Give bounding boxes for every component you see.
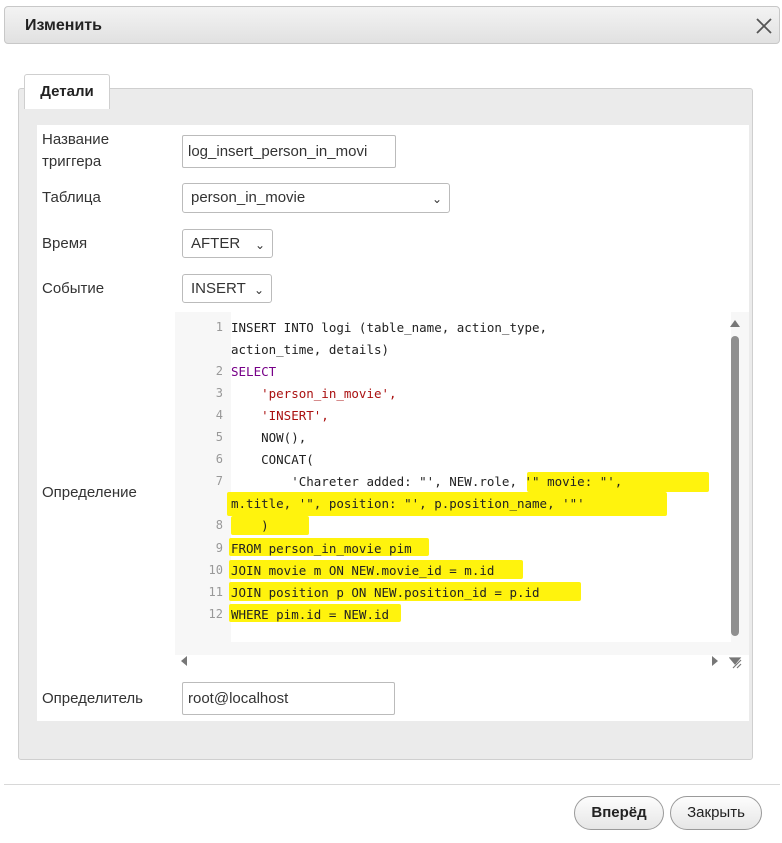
trigger-name-label-line1: Название	[42, 131, 110, 148]
code-line: 'Chareter added: "', NEW.role, '" movie:…	[231, 474, 623, 489]
line-number: 5	[215, 430, 223, 444]
line-number: 3	[215, 386, 223, 400]
code-line: m.title, '", position: "', p.position_na…	[231, 496, 585, 511]
next-button[interactable]: Вперёд	[574, 796, 664, 830]
line-number: 8	[215, 518, 223, 532]
chevron-down-icon: ⌄	[431, 192, 442, 206]
line-number: 4	[215, 408, 223, 422]
code-line: NOW(),	[231, 430, 307, 445]
code-line: action_time, details)	[231, 342, 390, 357]
tab-details[interactable]: Детали	[24, 74, 110, 109]
trigger-name-input[interactable]	[182, 135, 396, 168]
line-number: 2	[215, 364, 223, 378]
close-button[interactable]: Закрыть	[670, 796, 762, 830]
scroll-left-icon[interactable]	[179, 655, 189, 667]
code-line: WHERE pim.id = NEW.id	[231, 607, 390, 622]
time-select[interactable]: AFTER ⌄	[182, 229, 273, 258]
definer-label: Определитель	[42, 690, 143, 707]
footer-divider	[4, 784, 780, 785]
definition-editor[interactable]: 1 2 3 4 5 6 7 8 9 10 11 12 INSERT INTO l…	[175, 312, 749, 666]
table-select[interactable]: person_in_movie ⌄	[182, 183, 450, 213]
definer-input[interactable]	[182, 682, 395, 715]
line-number: 7	[215, 474, 223, 488]
event-select-value: INSERT	[191, 280, 246, 297]
code-line: SELECT	[231, 364, 277, 379]
code-line: )	[231, 518, 269, 533]
line-number: 10	[208, 563, 223, 577]
line-number: 6	[215, 452, 223, 466]
scroll-up-icon[interactable]	[729, 318, 741, 328]
event-select[interactable]: INSERT ⌄	[182, 274, 272, 303]
vertical-scrollbar-thumb[interactable]	[731, 336, 739, 636]
code-line: INSERT INTO logi (table_name, action_typ…	[231, 320, 548, 335]
time-select-value: AFTER	[191, 235, 241, 252]
line-number: 9	[215, 541, 223, 555]
line-number: 11	[208, 585, 223, 599]
table-label: Таблица	[42, 189, 101, 206]
code-line: JOIN position p ON NEW.position_id = p.i…	[231, 585, 540, 600]
editor-gutter: 1 2 3 4 5 6 7 8 9 10 11 12	[175, 312, 223, 652]
event-label: Событие	[42, 280, 105, 297]
code-line: JOIN movie m ON NEW.movie_id = m.id	[231, 563, 495, 578]
dialog-title: Изменить	[25, 17, 102, 34]
scroll-right-icon[interactable]	[710, 655, 720, 667]
code-line: FROM person_in_movie pim	[231, 541, 412, 556]
chevron-down-icon: ⌄	[254, 238, 265, 252]
definition-label: Определение	[42, 484, 137, 501]
resize-handle-icon[interactable]	[729, 656, 742, 669]
chevron-down-icon: ⌄	[253, 283, 264, 297]
dialog-titlebar: Изменить	[4, 6, 780, 44]
time-label: Время	[42, 235, 88, 252]
code-line: 'INSERT',	[231, 408, 329, 423]
trigger-name-label-line2: триггера	[42, 153, 102, 170]
line-number: 12	[208, 607, 223, 621]
line-number: 1	[215, 320, 223, 334]
code-line: CONCAT(	[231, 452, 314, 467]
table-select-value: person_in_movie	[191, 189, 306, 206]
close-icon[interactable]	[751, 13, 777, 39]
code-line: 'person_in_movie',	[231, 386, 397, 401]
editor-code-area[interactable]: INSERT INTO logi (table_name, action_typ…	[227, 312, 731, 642]
